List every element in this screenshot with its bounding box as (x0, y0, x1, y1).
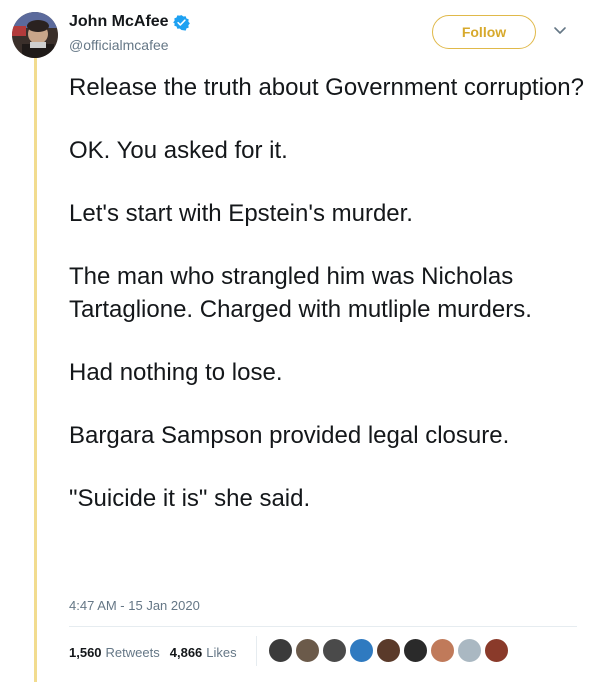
liker-avatar-icon[interactable] (376, 638, 401, 663)
divider (69, 626, 577, 627)
author-info: John McAfee @officialmcafee (69, 13, 190, 53)
tweet-paragraph: Had nothing to lose. (69, 359, 283, 386)
verified-badge-icon (172, 14, 190, 31)
follow-button[interactable]: Follow (432, 15, 536, 49)
liker-avatar-icon[interactable] (295, 638, 320, 663)
tweet-paragraph: "Suicide it is" she said. (69, 485, 311, 512)
likes-label: Likes (206, 644, 237, 660)
tweet-paragraph: Let's start with Epstein's murder. (69, 200, 413, 227)
author-name[interactable]: John McAfee (69, 13, 169, 31)
default-avatar-icon[interactable] (457, 638, 482, 663)
liker-avatar-icon[interactable] (349, 638, 374, 663)
author-handle[interactable]: @officialmcafee (69, 37, 190, 53)
tweet-text: Release the truth about Government corru… (69, 71, 589, 545)
retweets-count: 1,560 (69, 644, 102, 660)
likes-stat[interactable]: 4,866 Likes (170, 645, 237, 660)
liker-avatar-icon[interactable] (268, 638, 293, 663)
tweet-paragraph: Release the truth about Government corru… (69, 74, 584, 101)
retweets-label: Retweets (105, 644, 160, 660)
chevron-down-icon[interactable] (553, 26, 567, 36)
tweet-stats: 1,560 Retweets 4,866 Likes (69, 639, 247, 665)
avatar-image (12, 12, 58, 58)
tweet-paragraph: OK. You asked for it. (69, 137, 288, 164)
tweet-paragraph: The man who strangled him was Nicholas T… (69, 263, 532, 323)
author-avatar[interactable] (12, 12, 58, 58)
retweets-stat[interactable]: 1,560 Retweets (69, 645, 160, 660)
thread-line (34, 58, 37, 682)
tweet-timestamp[interactable]: 4:47 AM - 15 Jan 2020 (69, 598, 200, 613)
likers-avatars (268, 638, 511, 663)
liker-avatar-icon[interactable] (403, 638, 428, 663)
likes-count: 4,866 (169, 644, 203, 660)
liker-avatar-icon[interactable] (430, 638, 455, 663)
liker-avatar-icon[interactable] (484, 638, 509, 663)
stats-separator (256, 636, 257, 666)
tweet-paragraph: Bargara Sampson provided legal closure. (69, 422, 510, 449)
liker-avatar-icon[interactable] (322, 638, 347, 663)
